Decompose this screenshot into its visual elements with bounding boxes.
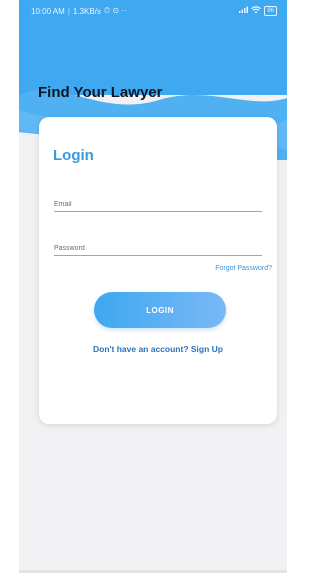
- network-speed: 1.3KB/s: [72, 6, 101, 16]
- login-title: Login: [53, 147, 94, 164]
- app-title: Find Your Lawyer: [38, 84, 163, 101]
- login-card: Login Forgot Password? LOGIN Don't have …: [39, 117, 277, 424]
- phone-screen: 10:00 AM | 1.3KB/s ⏱ ⊙ ·· 86 Find Your L…: [19, 0, 287, 573]
- password-field-wrapper: [54, 237, 262, 256]
- status-right: 86: [238, 6, 277, 16]
- status-extra-icons: ⏱ ⊙ ··: [103, 6, 127, 15]
- wifi-icon: [251, 6, 262, 16]
- status-time: 10:00 AM: [31, 6, 65, 16]
- status-left: 10:00 AM | 1.3KB/s ⏱ ⊙ ··: [31, 6, 127, 16]
- signup-link[interactable]: Don't have an account? Sign Up: [39, 344, 277, 354]
- login-button[interactable]: LOGIN: [94, 292, 226, 328]
- email-field-wrapper: [54, 193, 262, 212]
- status-bar: 10:00 AM | 1.3KB/s ⏱ ⊙ ·· 86: [19, 0, 287, 22]
- signal-icon: [238, 6, 249, 16]
- password-field[interactable]: [54, 245, 262, 256]
- battery-icon: 86: [264, 6, 277, 16]
- status-separator: |: [67, 6, 70, 16]
- forgot-password-link[interactable]: Forgot Password?: [39, 265, 277, 272]
- email-field[interactable]: [54, 201, 262, 212]
